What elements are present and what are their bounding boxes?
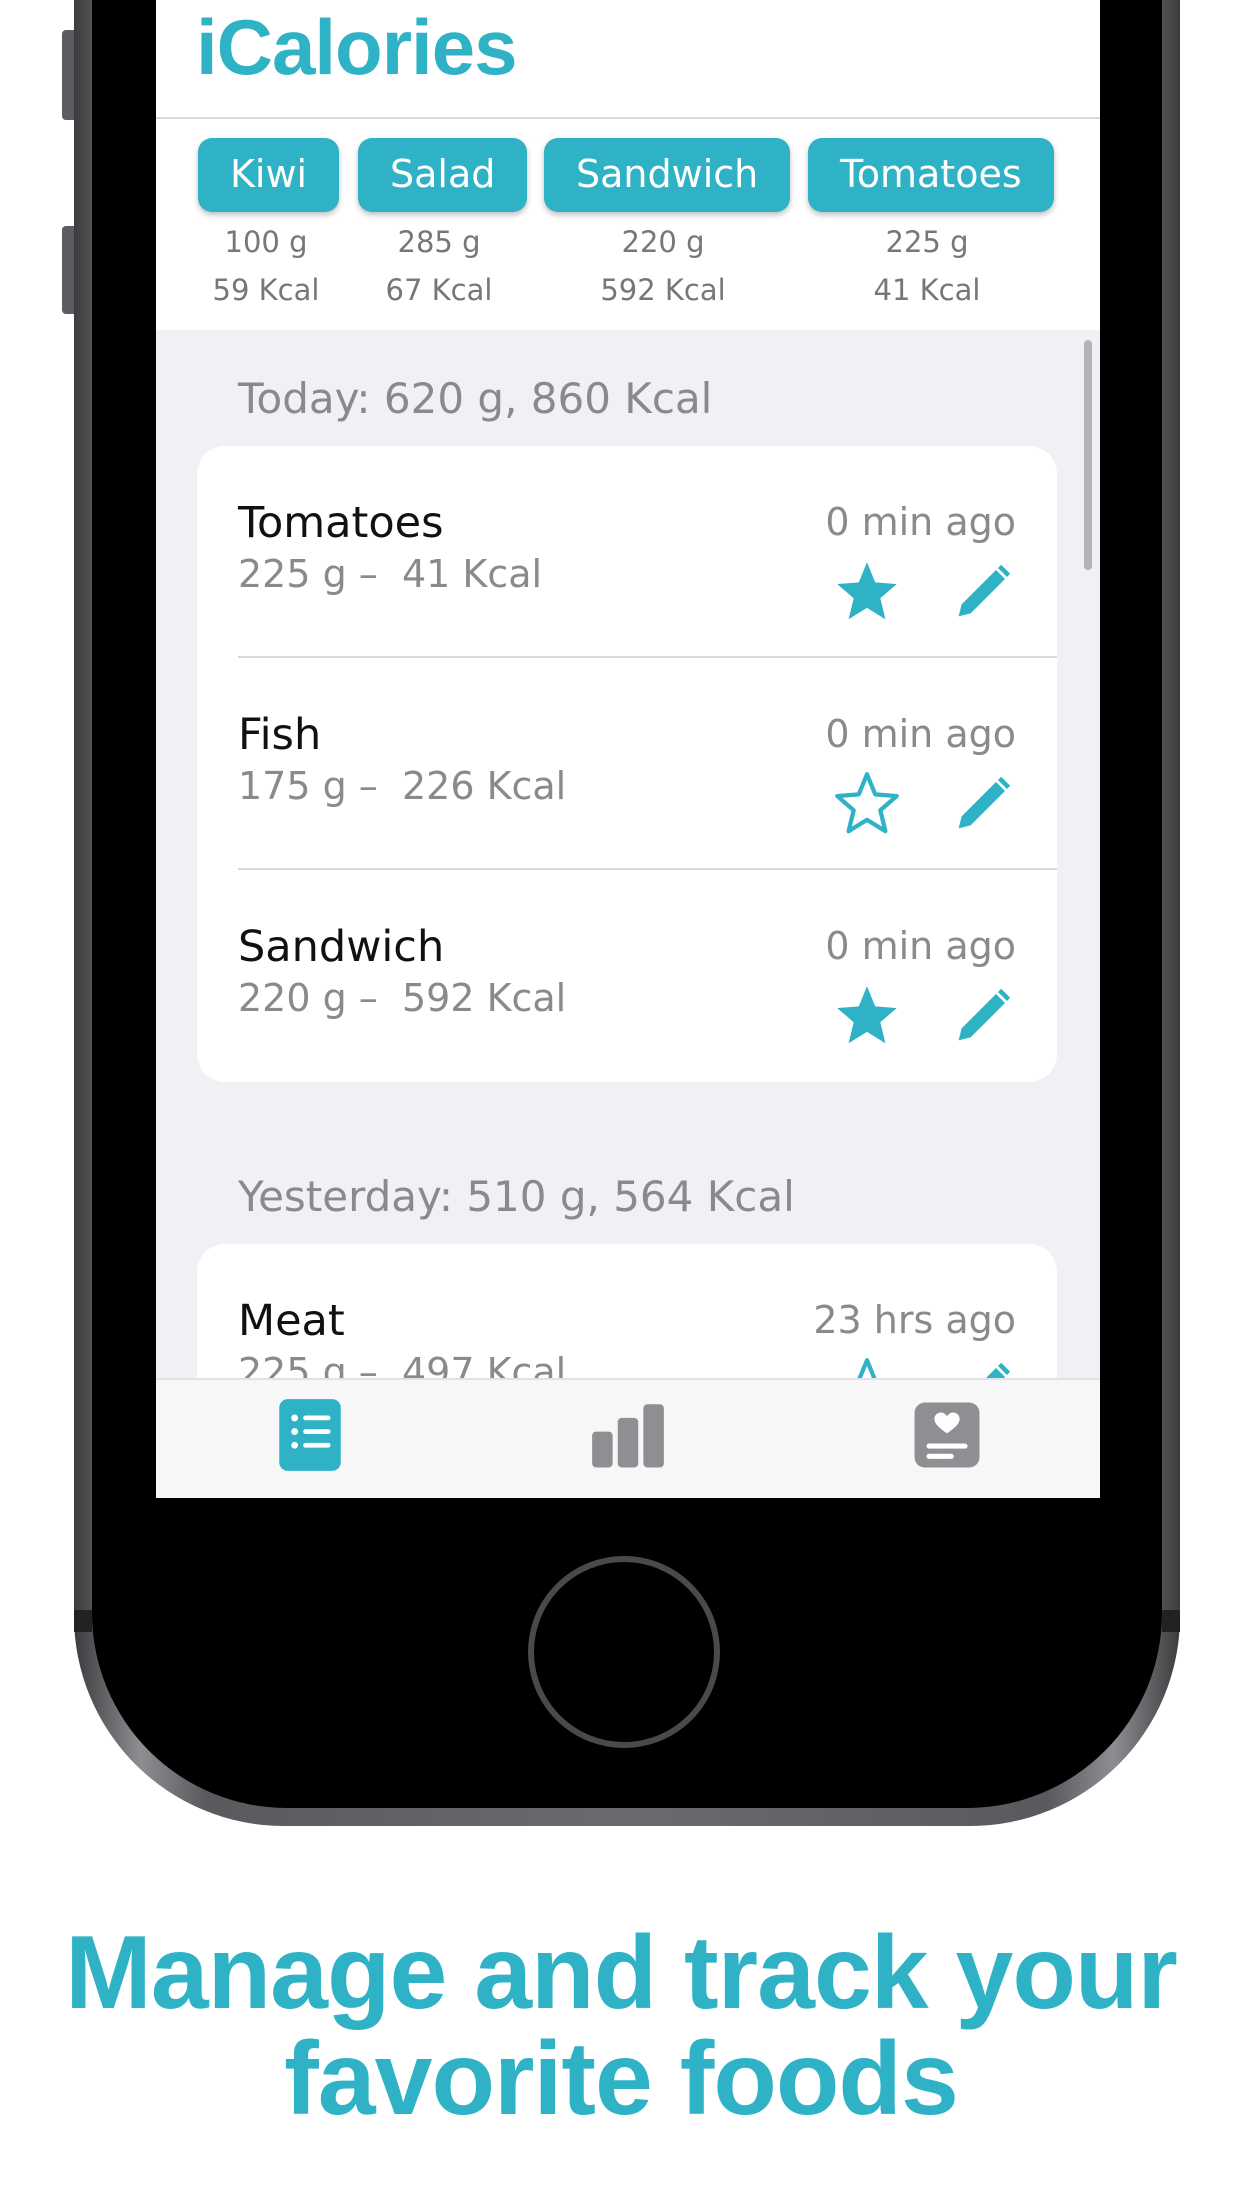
antenna-band-right	[1162, 1610, 1180, 1632]
entry-detail: 225 g – 497 Kcal	[238, 1350, 567, 1380]
entry-time: 0 min ago	[825, 924, 1016, 968]
quick-item-kcal: 592 Kcal	[600, 273, 726, 307]
section-header-yesterday: Yesterday: 510 g, 564 Kcal	[238, 1172, 795, 1221]
log-entry[interactable]: Sandwich 220 g – 592 Kcal 0 min ago	[197, 870, 1057, 1082]
quick-add-sandwich-button[interactable]: Sandwich	[544, 138, 791, 212]
quick-item-kcal: 67 Kcal	[385, 273, 493, 307]
log-entry[interactable]: Tomatoes 225 g – 41 Kcal 0 min ago	[197, 446, 1057, 658]
bar-chart-icon[interactable]	[587, 1394, 669, 1476]
quick-item-tomatoes: Tomatoes 225 g 41 Kcal	[808, 138, 1054, 314]
star-filled-icon[interactable]	[833, 558, 901, 626]
quick-item-weight: 100 g	[224, 225, 308, 259]
entry-name: Tomatoes	[238, 498, 444, 548]
pencil-icon[interactable]	[949, 554, 1021, 626]
quick-item-kcal: 41 Kcal	[873, 273, 981, 307]
header-divider	[156, 117, 1100, 119]
entry-time: 0 min ago	[825, 500, 1016, 544]
tab-bar	[156, 1378, 1100, 1498]
profile-card-icon[interactable]	[906, 1394, 988, 1476]
quick-item-weight: 225 g	[885, 225, 969, 259]
entry-name: Fish	[238, 710, 322, 760]
log-entry[interactable]: Fish 175 g – 226 Kcal 0 min ago	[197, 658, 1057, 870]
quick-item-salad: Salad 285 g 67 Kcal	[358, 138, 528, 314]
entry-time: 23 hrs ago	[813, 1298, 1016, 1342]
food-log-list[interactable]: Today: 620 g, 860 Kcal Tomatoes 225 g – …	[156, 330, 1100, 1380]
quick-add-tomatoes-button[interactable]: Tomatoes	[808, 138, 1054, 212]
entry-detail: 175 g – 226 Kcal	[238, 764, 567, 808]
entry-detail: 220 g – 592 Kcal	[238, 976, 567, 1020]
entry-time: 0 min ago	[825, 712, 1016, 756]
quick-item-kcal: 59 Kcal	[212, 273, 320, 307]
antenna-band-left	[74, 1610, 92, 1632]
yesterday-card: Meat 225 g – 497 Kcal 23 hrs ago	[197, 1244, 1057, 1380]
pencil-icon[interactable]	[949, 1352, 1021, 1380]
section-header-today: Today: 620 g, 860 Kcal	[238, 374, 713, 423]
list-icon[interactable]	[269, 1394, 351, 1476]
quick-item-sandwich: Sandwich 220 g 592 Kcal	[544, 138, 791, 314]
entry-name: Meat	[238, 1296, 345, 1346]
quick-item-weight: 285 g	[397, 225, 481, 259]
app-title: iCalories	[196, 3, 517, 91]
scrollbar[interactable]	[1084, 340, 1092, 570]
star-outline-icon[interactable]	[833, 1356, 901, 1380]
pencil-icon[interactable]	[949, 766, 1021, 838]
pencil-icon[interactable]	[949, 978, 1021, 1050]
quick-add-salad-button[interactable]: Salad	[358, 138, 528, 212]
tagline-line-1: Manage and track your	[65, 1915, 1178, 2031]
entry-name: Sandwich	[238, 922, 445, 972]
marketing-tagline: Manage and track your favorite foods	[0, 1920, 1242, 2132]
quick-add-kiwi-button[interactable]: Kiwi	[198, 138, 340, 212]
quick-item-kiwi: Kiwi 100 g 59 Kcal	[198, 138, 340, 314]
tagline-line-2: favorite foods	[284, 2021, 959, 2137]
today-card: Tomatoes 225 g – 41 Kcal 0 min ago Fish …	[197, 446, 1057, 1082]
quick-item-weight: 220 g	[621, 225, 705, 259]
star-filled-icon[interactable]	[833, 982, 901, 1050]
home-button[interactable]	[528, 1556, 720, 1748]
app-screen: iCalories Kiwi 100 g 59 Kcal Salad 285 g…	[156, 0, 1100, 1498]
star-outline-icon[interactable]	[833, 770, 901, 838]
entry-detail: 225 g – 41 Kcal	[238, 552, 543, 596]
log-entry[interactable]: Meat 225 g – 497 Kcal 23 hrs ago	[197, 1244, 1057, 1380]
